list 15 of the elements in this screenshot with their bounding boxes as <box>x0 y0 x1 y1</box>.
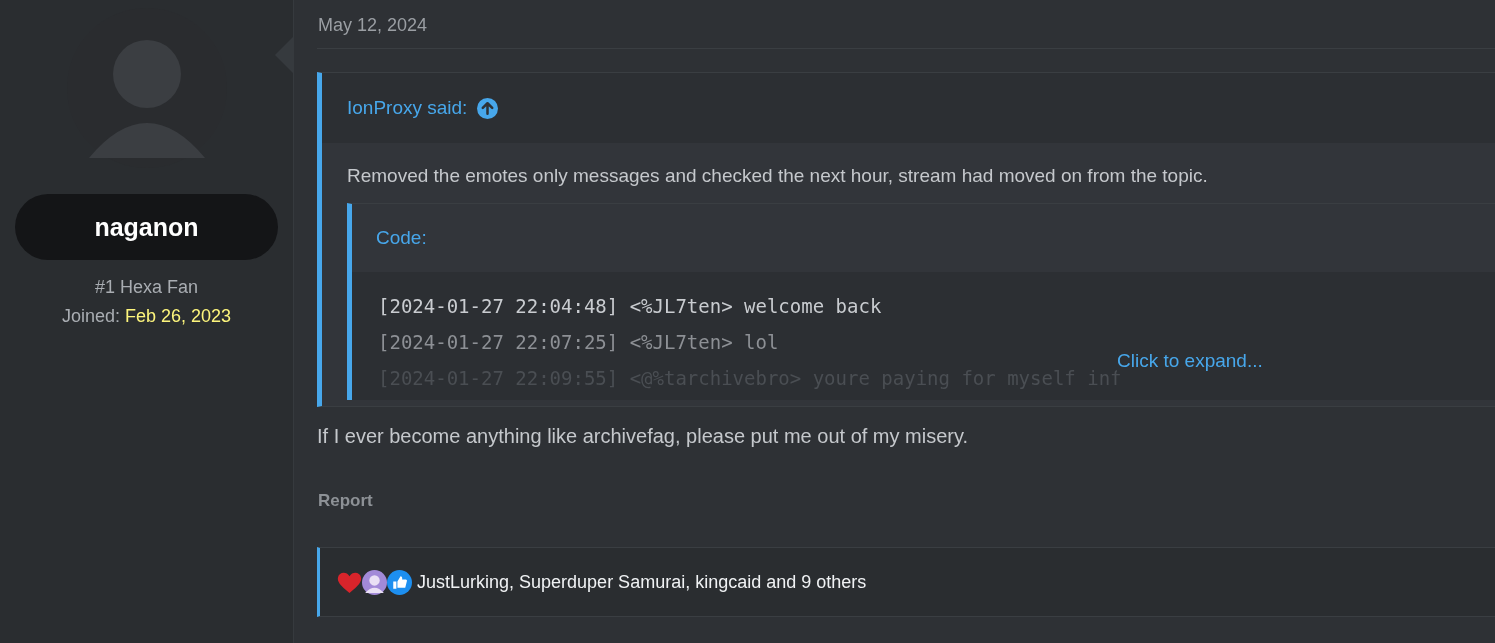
post-date[interactable]: May 12, 2024 <box>317 0 1495 49</box>
quote-text: Removed the emotes only messages and checked the next hour, stream had moved on from the topic. <box>347 165 1209 187</box>
joined-date: Feb 26, 2023 <box>125 306 232 326</box>
reactions-summary[interactable]: JustLurking, Superduper Samurai, kingcaid and 9 others <box>417 571 867 593</box>
reaction-avatar <box>362 569 387 595</box>
report-link[interactable]: Report <box>318 491 373 510</box>
quote-author-link[interactable]: IonProxy said: <box>347 97 468 119</box>
post-text: If I ever become anything like archivefag, please put me out of my misery. <box>317 425 970 448</box>
user-title: #1 Hexa Fan <box>94 277 199 298</box>
reactions-bar[interactable]: JustLurking, Superduper Samurai, kingcaid and 9 others <box>317 547 1495 617</box>
thumbs-up-icon <box>387 569 412 595</box>
joined-label: Joined: <box>61 306 120 326</box>
username[interactable]: naganon <box>15 194 278 260</box>
code-line: [2024-01-27 22:07:25] <%JL7ten> lol <box>378 330 779 355</box>
code-line: [2024-01-27 22:04:48] <%JL7ten> welcome back <box>378 294 882 319</box>
